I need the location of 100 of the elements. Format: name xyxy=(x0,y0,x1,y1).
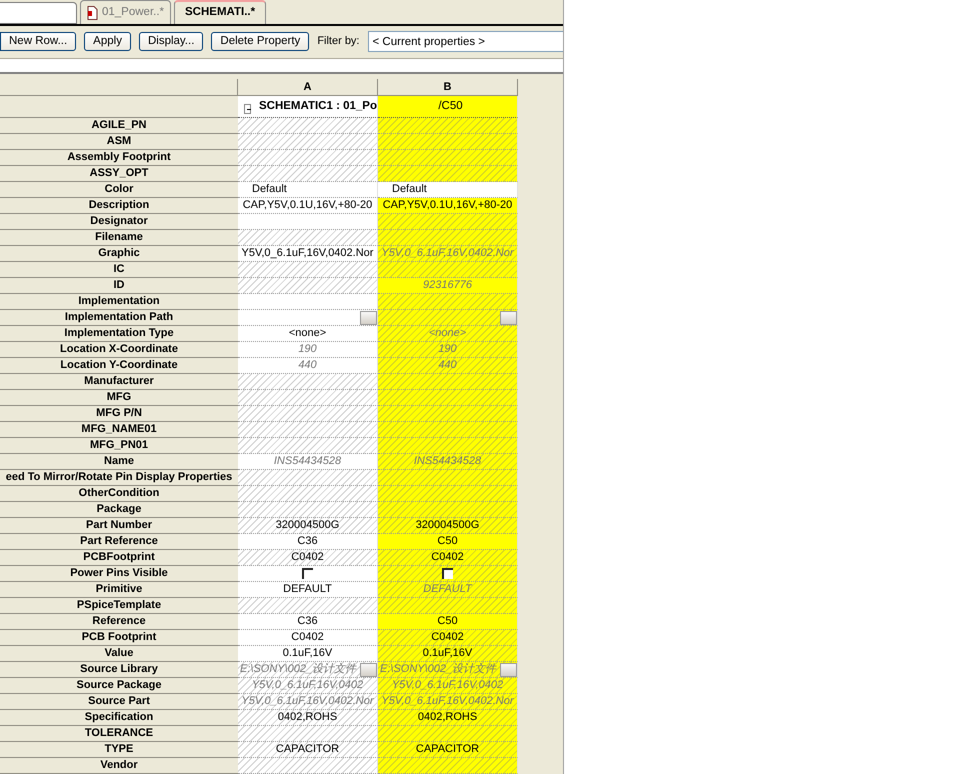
table-cell: C0402 xyxy=(238,550,378,566)
table-cell: 190 xyxy=(238,342,378,358)
row-label: Part Number xyxy=(0,518,238,534)
collapse-icon[interactable] xyxy=(244,104,251,114)
row-label: Name xyxy=(0,454,238,470)
table-cell: CAP,Y5V,0.1U,16V,+80-20 xyxy=(378,198,518,214)
table-cell: 0.1uF,16V xyxy=(378,646,518,662)
row-label: eed To Mirror/Rotate Pin Display Properties xyxy=(0,470,238,486)
row-label: Source Library xyxy=(0,662,238,678)
row-label: PSpiceTemplate xyxy=(0,598,238,614)
table-cell: 440 xyxy=(378,358,518,374)
group-header[interactable]: SCHEMATIC1 : 01_Po xyxy=(238,96,378,118)
row-label: IC xyxy=(0,262,238,278)
row-label: MFG P/N xyxy=(0,406,238,422)
cell-text: E:\SONY\002_设计文件 xyxy=(240,662,356,677)
filter-dropdown[interactable]: < Current properties > xyxy=(368,30,563,52)
row-label: Assembly Footprint xyxy=(0,150,238,166)
table-cell: 190 xyxy=(378,342,518,358)
table-cell: Y5V,0_6.1uF,16V,0402 xyxy=(238,678,378,694)
row-label: TOLERANCE xyxy=(0,726,238,742)
table-cell: C0402 xyxy=(378,550,518,566)
browse-button[interactable] xyxy=(500,310,517,324)
row-label: ASM xyxy=(0,134,238,150)
filter-label: Filter by: xyxy=(317,34,360,50)
table-cell: <none> xyxy=(238,326,378,342)
row-label: Location Y-Coordinate xyxy=(0,358,238,374)
table-cell: 92316776 xyxy=(378,278,518,294)
table-cell: 0.1uF,16V xyxy=(238,646,378,662)
row-label: TYPE xyxy=(0,742,238,758)
table-cell: DEFAULT xyxy=(378,582,518,598)
table-cell: Y5V,0_6.1uF,16V,0402.Nor xyxy=(238,246,378,262)
row-label: PCB Footprint xyxy=(0,630,238,646)
cell-text: E:\SONY\002_设计文件 xyxy=(380,662,496,677)
table-cell: /C50 xyxy=(378,96,518,118)
table-cell: Y5V,0_6.1uF,16V,0402.Nor xyxy=(378,246,518,262)
toolbar-button[interactable]: Apply xyxy=(84,32,131,51)
row-label: PCBFootprint xyxy=(0,550,238,566)
table-cell: Y5V,0_6.1uF,16V,0402.Nor xyxy=(378,694,518,710)
table-cell: 320004500G xyxy=(378,518,518,534)
table-cell: CAP,Y5V,0.1U,16V,+80-20 xyxy=(238,198,378,214)
row-label: Part Reference xyxy=(0,534,238,550)
input-field[interactable] xyxy=(0,2,77,24)
checkbox[interactable] xyxy=(302,568,313,579)
toolbar-button[interactable]: Display... xyxy=(138,32,204,51)
browse-button[interactable] xyxy=(360,662,377,676)
row-label: Location X-Coordinate xyxy=(0,342,238,358)
row-label: ID xyxy=(0,278,238,294)
dropdown-field[interactable]: Default xyxy=(378,182,518,198)
table-cell: C36 xyxy=(238,614,378,630)
toolbar-button[interactable]: Delete Property xyxy=(211,32,310,51)
column-header[interactable]: B xyxy=(378,79,518,96)
row-label: Implementation xyxy=(0,294,238,310)
row-label: Filename xyxy=(0,230,238,246)
row-label: Specification xyxy=(0,710,238,726)
row-label: OtherCondition xyxy=(0,486,238,502)
row-label: Primitive xyxy=(0,582,238,598)
table-cell: Y5V,0_6.1uF,16V,0402 xyxy=(378,678,518,694)
row-label: AGILE_PN xyxy=(0,118,238,134)
row-label: Manufacturer xyxy=(0,374,238,390)
table-cell: 0402,ROHS xyxy=(378,710,518,726)
table-cell: C0402 xyxy=(378,630,518,646)
row-label: Implementation Path xyxy=(0,310,238,326)
table-cell: C36 xyxy=(238,534,378,550)
row-label: Reference xyxy=(0,614,238,630)
row-label: Description xyxy=(0,198,238,214)
table-cell: C50 xyxy=(378,614,518,630)
row-label: Designator xyxy=(0,214,238,230)
row-label: MFG_NAME01 xyxy=(0,422,238,438)
row-label: Source Part xyxy=(0,694,238,710)
row-label: Power Pins Visible xyxy=(0,566,238,582)
row-label: MFG_PN01 xyxy=(0,438,238,454)
row-label: Color xyxy=(0,182,238,198)
row-label: ASSY_OPT xyxy=(0,166,238,182)
table-cell: CAPACITOR xyxy=(238,742,378,758)
table-cell: 320004500G xyxy=(238,518,378,534)
table-cell: CAPACITOR xyxy=(378,742,518,758)
table-cell: C0402 xyxy=(238,630,378,646)
column-header[interactable]: A xyxy=(238,79,378,96)
table-cell: Y5V,0_6.1uF,16V,0402.Nor xyxy=(238,694,378,710)
row-label: Package xyxy=(0,502,238,518)
row-label: Vendor xyxy=(0,758,238,774)
table-cell: INS54434528 xyxy=(378,454,518,470)
row-label: Graphic xyxy=(0,246,238,262)
checkbox[interactable] xyxy=(442,568,453,579)
table-cell: INS54434528 xyxy=(238,454,378,470)
row-label: MFG xyxy=(0,390,238,406)
browse-button[interactable] xyxy=(360,310,377,324)
table-cell: <none> xyxy=(378,326,518,342)
row-label: Source Package xyxy=(0,678,238,694)
toolbar-button[interactable]: New Row... xyxy=(0,32,76,51)
table-cell: 440 xyxy=(238,358,378,374)
table-cell: 0402,ROHS xyxy=(238,710,378,726)
browse-button[interactable] xyxy=(500,662,517,676)
dropdown-field[interactable]: Default xyxy=(238,182,378,198)
document-icon xyxy=(87,6,98,20)
tab[interactable]: 01_Power..* xyxy=(80,0,172,24)
row-label: Value xyxy=(0,646,238,662)
tab[interactable]: SCHEMATI..* xyxy=(174,0,266,24)
row-label: Implementation Type xyxy=(0,326,238,342)
table-cell: DEFAULT xyxy=(238,582,378,598)
